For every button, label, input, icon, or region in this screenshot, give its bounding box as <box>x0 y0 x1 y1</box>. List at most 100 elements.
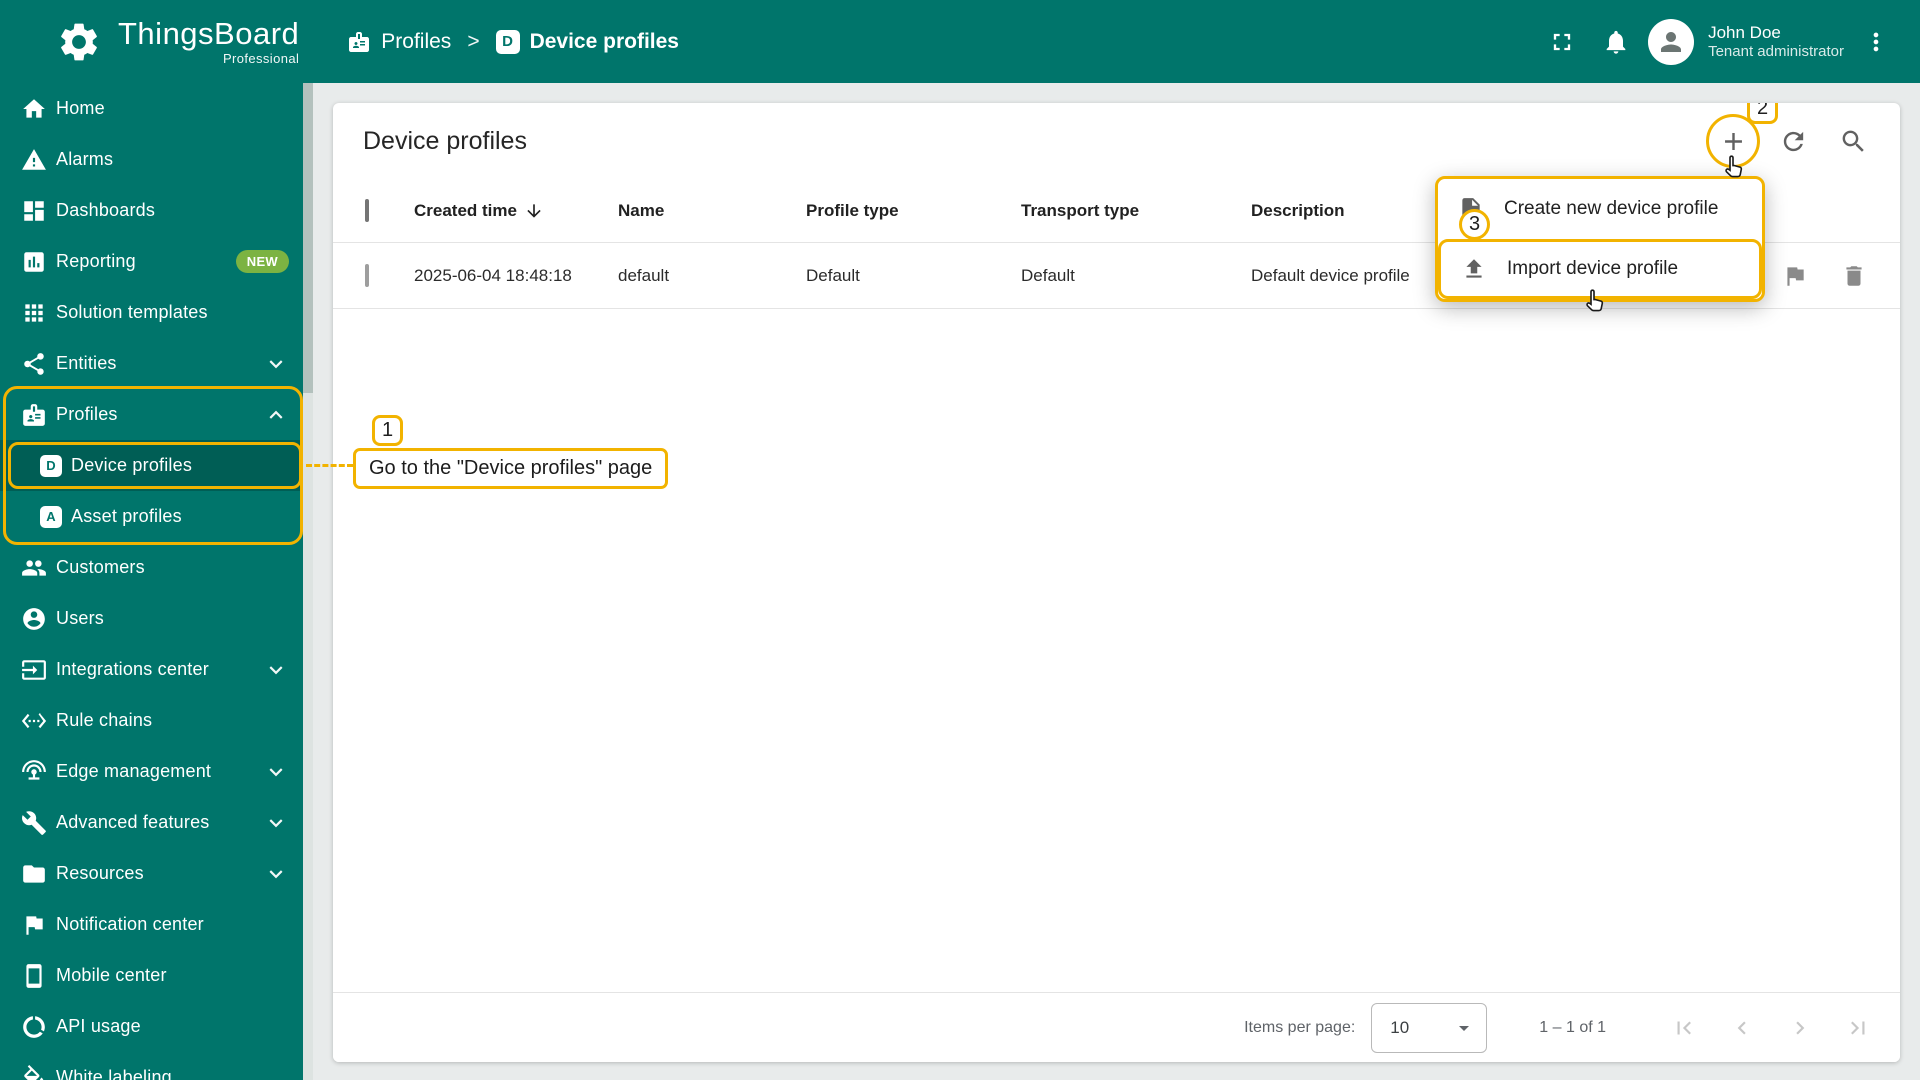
sidebar-item-api-usage[interactable]: API usage <box>0 1001 313 1052</box>
previous-page-button[interactable] <box>1720 1006 1764 1050</box>
next-page-button[interactable] <box>1778 1006 1822 1050</box>
refresh-icon <box>1779 127 1808 156</box>
first-page-button[interactable] <box>1662 1006 1706 1050</box>
step-1-badge: 1 <box>372 415 403 446</box>
chart-icon <box>21 249 47 275</box>
upload-icon <box>1461 256 1487 282</box>
breadcrumb-profiles-link[interactable]: Profiles <box>347 30 451 54</box>
sidebar-item-home[interactable]: Home <box>0 83 313 134</box>
sidebar-item-device-profiles[interactable]: D Device profiles <box>0 440 313 491</box>
paginator: Items per page: 10 1 – 1 of 1 <box>333 992 1900 1062</box>
sidebar-item-edge-management[interactable]: Edge management <box>0 746 313 797</box>
warning-icon <box>21 147 47 173</box>
app-logo[interactable]: ThingsBoard Professional <box>0 18 299 65</box>
brand-subtitle: Professional <box>222 51 300 66</box>
antenna-icon <box>21 759 47 785</box>
page-size-select[interactable]: 10 <box>1371 1002 1488 1053</box>
sidebar-item-dashboards[interactable]: Dashboards <box>0 185 313 236</box>
sidebar-item-notification-center[interactable]: Notification center <box>0 899 313 950</box>
sidebar-item-entities[interactable]: Entities <box>0 338 313 389</box>
sidebar-item-white-labeling[interactable]: White labeling <box>0 1052 313 1080</box>
cell-profile-type: Default <box>806 265 860 285</box>
sidebar-item-users[interactable]: Users <box>0 593 313 644</box>
column-header-transport-type[interactable]: Transport type <box>1021 201 1251 221</box>
fullscreen-icon <box>1548 28 1576 56</box>
breadcrumb-current-label: Device profiles <box>529 29 679 53</box>
breadcrumb-parent-label: Profiles <box>381 29 452 53</box>
fullscreen-button[interactable] <box>1540 20 1584 64</box>
data-usage-icon <box>21 1014 47 1040</box>
dashboards-icon <box>21 198 47 224</box>
sidebar-item-asset-profiles[interactable]: A Asset profiles <box>0 491 313 542</box>
input-icon <box>21 657 47 683</box>
breadcrumb: Profiles > D Device profiles <box>347 29 679 54</box>
profiles-badge-icon <box>347 30 371 54</box>
sidebar-item-resources[interactable]: Resources <box>0 848 313 899</box>
sidebar-item-mobile-center[interactable]: Mobile center <box>0 950 313 1001</box>
chevron-down-icon <box>263 657 289 683</box>
refresh-button[interactable] <box>1771 119 1815 163</box>
user-info: John Doe Tenant administrator <box>1708 22 1844 62</box>
sidebar-item-profiles[interactable]: Profiles <box>0 389 313 440</box>
cell-name: default <box>618 265 670 285</box>
sort-desc-arrow-icon <box>524 201 544 221</box>
search-button[interactable] <box>1831 119 1875 163</box>
items-per-page-label: Items per page: <box>1244 1018 1356 1036</box>
smartphone-icon <box>21 963 47 989</box>
home-icon <box>21 96 47 122</box>
flag-icon <box>21 912 47 938</box>
chevron-down-icon <box>263 861 289 887</box>
sidebar-item-integrations-center[interactable]: Integrations center <box>0 644 313 695</box>
header-overflow-menu-button[interactable] <box>1854 20 1898 64</box>
apps-grid-icon <box>21 300 47 326</box>
column-header-name[interactable]: Name <box>618 201 806 221</box>
row-checkbox[interactable] <box>365 263 369 287</box>
set-default-flag-button[interactable] <box>1782 263 1808 289</box>
account-circle-icon <box>21 606 47 632</box>
folder-icon <box>21 861 47 887</box>
people-icon <box>21 555 47 581</box>
device-profile-letter-icon: D <box>495 29 520 54</box>
annotation-connector-line <box>306 464 353 467</box>
user-role: Tenant administrator <box>1708 42 1844 60</box>
new-badge: NEW <box>235 250 289 273</box>
more-vert-icon <box>1862 28 1890 56</box>
chevron-down-icon <box>263 810 289 836</box>
breadcrumb-current: D Device profiles <box>495 29 679 54</box>
bell-icon <box>1602 28 1630 56</box>
paint-fill-icon <box>21 1064 47 1080</box>
notifications-button[interactable] <box>1594 20 1638 64</box>
cursor-pointer-icon <box>1580 287 1610 317</box>
ethernet-icon <box>21 708 47 734</box>
column-header-created-time[interactable]: Created time <box>414 201 618 221</box>
wrench-icon <box>21 810 47 836</box>
sidebar-item-advanced-features[interactable]: Advanced features <box>0 797 313 848</box>
cursor-pointer-icon <box>1719 153 1749 183</box>
cell-transport-type: Default <box>1021 265 1075 285</box>
delete-button[interactable] <box>1841 263 1867 289</box>
cell-created-time: 2025-06-04 18:48:18 <box>414 265 572 285</box>
breadcrumb-separator: > <box>467 29 480 53</box>
last-page-button[interactable] <box>1836 1006 1880 1050</box>
thingsboard-gear-icon <box>56 19 102 65</box>
dropdown-caret-icon <box>1452 1016 1476 1040</box>
add-profile-dropdown-menu: Create new device profile Import device … <box>1435 176 1765 302</box>
sidebar-item-customers[interactable]: Customers <box>0 542 313 593</box>
sidebar-item-rule-chains[interactable]: Rule chains <box>0 695 313 746</box>
user-name: John Doe <box>1708 22 1781 42</box>
chevron-down-icon <box>263 351 289 377</box>
sidebar-scrollbar-thumb[interactable] <box>303 83 313 393</box>
user-avatar[interactable] <box>1648 18 1695 65</box>
column-header-profile-type[interactable]: Profile type <box>806 201 1021 221</box>
asset-profile-letter-icon: A <box>40 505 62 528</box>
sidebar-item-alarms[interactable]: Alarms <box>0 134 313 185</box>
paginator-range-label: 1 – 1 of 1 <box>1539 1018 1606 1036</box>
step-2-badge: 2 <box>1747 103 1778 124</box>
sidebar-item-solution-templates[interactable]: Solution templates <box>0 287 313 338</box>
sidebar: Home Alarms Dashboards Reporting NEW Sol… <box>0 83 313 1080</box>
select-all-checkbox[interactable] <box>365 198 369 222</box>
person-icon <box>1656 27 1686 57</box>
brand-name: ThingsBoard <box>118 16 300 51</box>
chevron-down-icon <box>263 759 289 785</box>
sidebar-item-reporting[interactable]: Reporting NEW <box>0 236 313 287</box>
